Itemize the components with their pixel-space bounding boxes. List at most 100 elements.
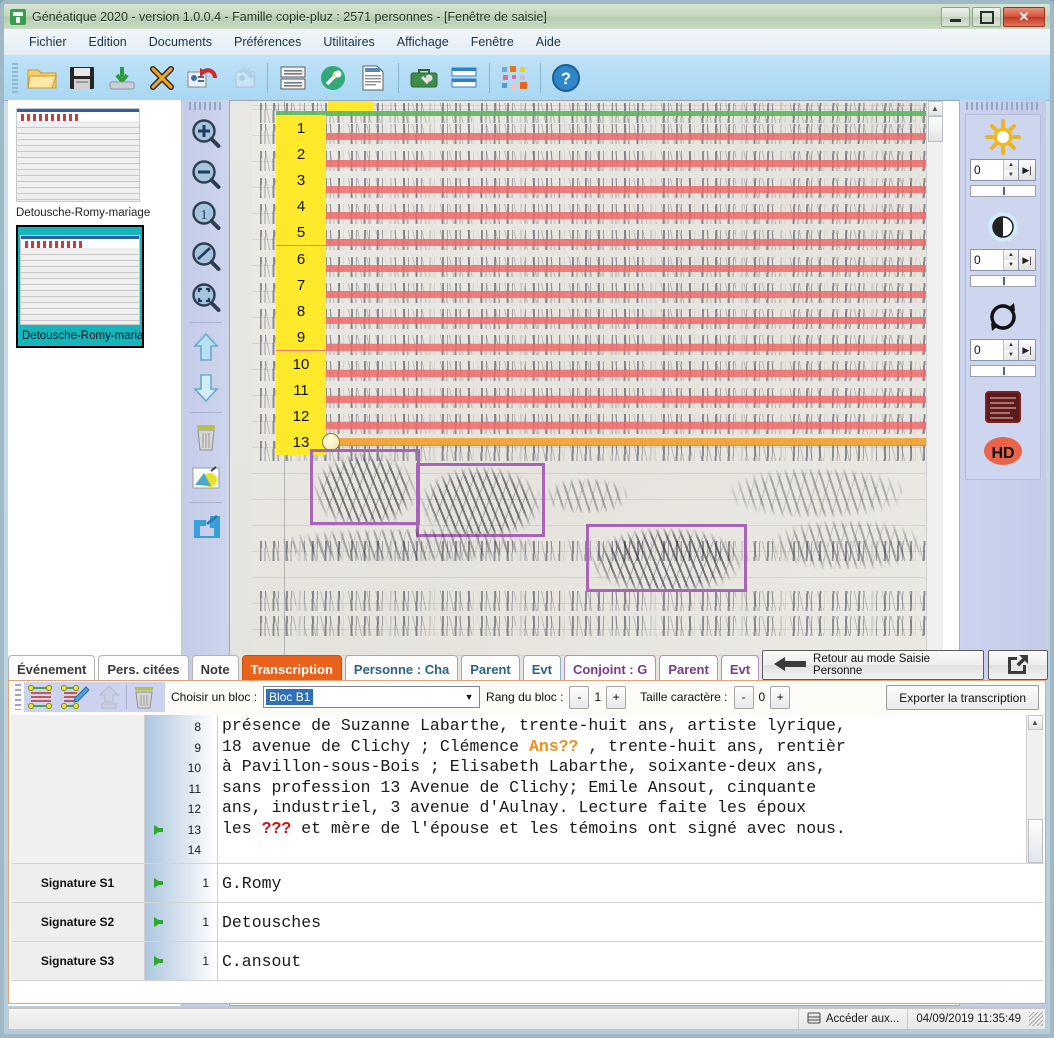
transcription-line[interactable]: à Pavillon-sous-Bois ; Elisabeth Labarth… — [222, 757, 1026, 778]
menu-item-fichier[interactable]: Fichier — [18, 32, 78, 52]
signature-row-number[interactable]: 1 — [145, 864, 218, 902]
tab-note[interactable]: Note — [191, 655, 239, 682]
signature-row-value[interactable]: Detousches — [218, 903, 1043, 941]
delete-trash-icon[interactable] — [186, 417, 226, 457]
doc-line-number[interactable]: 9 — [276, 324, 326, 350]
signature-row-number[interactable]: 1 — [145, 942, 218, 980]
block-select[interactable]: Bloc B1 ▼ — [263, 686, 481, 708]
move-down-icon[interactable] — [186, 368, 226, 408]
negative-preview-icon[interactable] — [966, 385, 1040, 429]
brightness-slider[interactable] — [970, 185, 1036, 197]
doc-line-number[interactable]: 4 — [276, 193, 326, 219]
rotate-icon[interactable] — [966, 295, 1040, 339]
back-to-person-mode-button[interactable]: Retour au mode Saisie Personne — [762, 650, 985, 680]
doc-line-number[interactable]: 8 — [276, 298, 326, 324]
menu-item-aide[interactable]: Aide — [525, 32, 572, 52]
line-number-row[interactable]: 9 — [145, 738, 209, 759]
doc-line-number[interactable]: 10 — [276, 351, 326, 377]
signature-box-g-romy[interactable] — [416, 463, 545, 537]
open-external-icon[interactable] — [186, 507, 226, 547]
zoom-100-icon[interactable]: 1 — [186, 196, 226, 236]
doc-line-number[interactable]: 6 — [276, 246, 326, 272]
transcription-line[interactable]: présence de Suzanne Labarthe, trente-hui… — [222, 716, 1026, 737]
contrast-icon[interactable] — [966, 205, 1040, 249]
export-transcription-button[interactable]: Exporter la transcription — [886, 685, 1039, 710]
tab-parent-2[interactable]: Parent — [659, 655, 718, 682]
transcription-line-gutter[interactable]: 8 9 10 11 12 13 14 — [145, 715, 218, 863]
transcription-line[interactable]: ans, industriel, 3 avenue d'Aulnay. Lect… — [222, 798, 1026, 819]
rotation-spinner[interactable]: 0 ▲ ▼ ▶| — [970, 339, 1036, 361]
line-number-row[interactable]: 14 — [145, 840, 209, 861]
rotation-apply-button[interactable]: ▶| — [1018, 340, 1035, 360]
brightness-spinner[interactable]: 0 ▲ ▼ ▶| — [970, 159, 1036, 181]
block-rank-minus-button[interactable]: - — [569, 685, 590, 709]
transcription-line[interactable]: 18 avenue de Clichy ; Clémence Ans?? , t… — [222, 737, 1026, 758]
thumbnail-item-selected[interactable]: Detousche-Romy-mariage — [16, 225, 144, 348]
move-up-icon[interactable] — [186, 327, 226, 367]
chevron-down-icon[interactable]: ▼ — [461, 689, 477, 704]
minimize-button[interactable] — [941, 7, 970, 27]
contrast-stepper[interactable]: ▲ ▼ — [1003, 250, 1018, 270]
signature-row-value[interactable]: C.ansout — [218, 942, 1043, 980]
resize-grip[interactable] — [1029, 1012, 1043, 1026]
close-x-icon[interactable] — [143, 59, 181, 97]
line-number-row-current[interactable]: 13 — [145, 820, 209, 841]
tab-personne-cha[interactable]: Personne : Cha — [344, 655, 459, 682]
open-folder-icon[interactable] — [23, 59, 61, 97]
popout-window-button[interactable] — [988, 650, 1049, 680]
doc-line-number[interactable]: 2 — [276, 141, 326, 167]
image-edit-icon[interactable] — [186, 458, 226, 498]
brightness-down[interactable]: ▼ — [1004, 170, 1018, 180]
tab-evt-2[interactable]: Evt — [720, 655, 760, 682]
doc-line-number[interactable]: 12 — [276, 403, 326, 429]
doc-line-number[interactable]: 5 — [276, 219, 326, 245]
doc-line-number[interactable]: 11 — [276, 377, 326, 403]
tab-evenement[interactable]: Événement — [8, 655, 96, 682]
rotation-stepper[interactable]: ▲ ▼ — [1003, 340, 1018, 360]
rotation-down[interactable]: ▼ — [1004, 350, 1018, 360]
signature-row-number[interactable]: 1 — [145, 903, 218, 941]
save-floppy-icon[interactable] — [63, 59, 101, 97]
scroll-up-button[interactable]: ▲ — [927, 101, 943, 116]
signature-row-s1[interactable]: Signature S1 1 G.Romy — [11, 864, 1043, 903]
document-report-icon[interactable] — [354, 59, 392, 97]
signature-row-s3[interactable]: Signature S3 1 C.ansout — [11, 942, 1043, 981]
signature-row-s2[interactable]: Signature S2 1 Detousches — [11, 903, 1043, 942]
contrast-spinner[interactable]: 0 ▲ ▼ ▶| — [970, 249, 1036, 271]
transcription-scroll-thumb[interactable] — [1027, 819, 1043, 863]
transcription-line[interactable]: les ??? et mère de l'épouse et les témoi… — [222, 819, 1026, 840]
tab-conjoint-g[interactable]: Conjoint : G — [563, 655, 657, 682]
status-access-button[interactable]: Accéder aux... — [797, 1009, 908, 1029]
doc-line-number[interactable]: 3 — [276, 167, 326, 193]
char-size-plus-button[interactable]: + — [770, 685, 791, 709]
tab-transcription[interactable]: Transcription — [241, 655, 342, 682]
transcription-toolbar-grip[interactable] — [15, 684, 21, 710]
transcription-vertical-scrollbar[interactable]: ▲ — [1026, 715, 1043, 863]
doc-line-number[interactable]: 7 — [276, 272, 326, 298]
menu-item-preferences[interactable]: Préférences — [223, 32, 312, 52]
import-download-icon[interactable] — [103, 59, 141, 97]
transcription-textarea[interactable]: présence de Suzanne Labarthe, trente-hui… — [218, 715, 1026, 863]
line-number-row[interactable]: 11 — [145, 779, 209, 800]
hd-quality-icon[interactable]: HD — [966, 429, 1040, 473]
delete-block-icon[interactable] — [127, 682, 161, 712]
maximize-button[interactable] — [972, 7, 1001, 27]
rotation-slider[interactable] — [970, 365, 1036, 377]
menu-item-documents[interactable]: Documents — [138, 32, 223, 52]
line-number-row[interactable]: 10 — [145, 758, 209, 779]
image-tools-grip[interactable] — [189, 102, 223, 110]
toolbox-icon[interactable] — [405, 59, 443, 97]
zoom-out-icon[interactable] — [186, 155, 226, 195]
transcription-line[interactable] — [222, 839, 1026, 860]
zoom-fit-page-icon[interactable] — [186, 278, 226, 318]
blocks-list-icon[interactable] — [24, 682, 58, 712]
brightness-up[interactable]: ▲ — [1004, 160, 1018, 170]
brightness-sun-icon[interactable] — [966, 115, 1040, 159]
transcription-line[interactable]: sans profession 13 Avenue de Clichy; Emi… — [222, 778, 1026, 799]
close-button[interactable]: ✕ — [1003, 7, 1045, 27]
signature-box-c-ansout[interactable] — [586, 524, 747, 592]
doc-line-number[interactable]: 1 — [276, 115, 326, 141]
thumbnail-list[interactable]: Detousche-Romy-mariage Detousche-Romy-ma… — [8, 100, 181, 500]
tools-wrench-icon[interactable] — [314, 59, 352, 97]
block-rank-plus-button[interactable]: + — [606, 685, 627, 709]
